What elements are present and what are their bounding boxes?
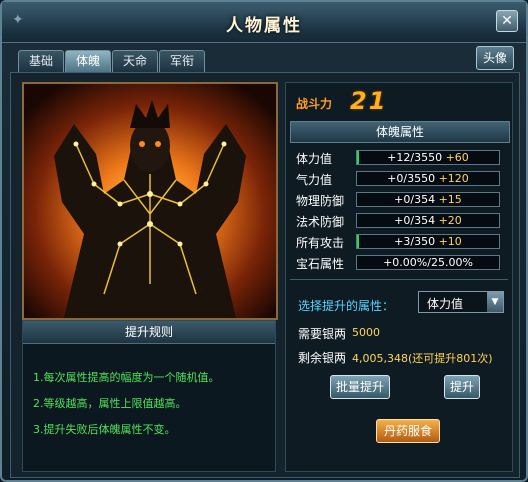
avatar-button[interactable]: 头像: [476, 46, 514, 70]
physique-attributes-header: 体魄属性: [290, 121, 510, 143]
attr-bar-all-attack: +3/350 +10: [356, 234, 500, 249]
attr-value: +3/350: [394, 235, 436, 248]
title-bar[interactable]: ✦ 人物属性 ✕: [2, 2, 526, 43]
attribute-select-value: 体力值: [427, 297, 464, 311]
attr-value: +0/354: [394, 193, 436, 206]
attr-value: +0/354: [394, 214, 436, 227]
select-attribute-label: 选择提升的属性：: [298, 299, 395, 313]
attr-bonus: +20: [438, 214, 462, 227]
attr-label-stamina: 体力值: [296, 152, 333, 166]
tab-destiny[interactable]: 天命: [112, 50, 158, 72]
tab-rank[interactable]: 军衔: [159, 50, 205, 72]
attr-label-all-attack: 所有攻击: [296, 236, 345, 250]
take-elixir-button[interactable]: 丹药服食: [376, 419, 440, 443]
rule-item: 1.每次属性提高的幅度为一个随机值。: [33, 371, 220, 384]
combat-power-label: 战斗力: [296, 97, 333, 111]
attr-bar-magic-defense: +0/354 +20: [356, 213, 500, 228]
divider: [290, 279, 508, 280]
attr-bonus: +10: [438, 235, 462, 248]
attr-bar-stamina: +12/3550 +60: [356, 150, 500, 165]
attr-label-gem: 宝石属性: [296, 257, 345, 271]
upgrade-button[interactable]: 提升: [444, 375, 480, 399]
tab-basic[interactable]: 基础: [18, 50, 64, 72]
attr-bonus: +60: [445, 151, 469, 164]
attr-bar-gem: +0.00%/25.00%: [356, 255, 500, 270]
tab-physique[interactable]: 体魄: [65, 50, 111, 72]
attr-value: +0.00%/25.00%: [383, 256, 473, 269]
silver-needed-value: 5000: [352, 326, 380, 339]
rules-title: 提升规则: [23, 321, 275, 344]
window-title: 人物属性: [226, 16, 302, 36]
attr-value: +0/3550: [387, 172, 436, 185]
rules-panel: 提升规则 1.每次属性提高的幅度为一个随机值。 2.等级越高，属性上限值越高。 …: [22, 320, 276, 472]
attr-label-physical-defense: 物理防御: [296, 194, 345, 208]
rule-item: 2.等级越高，属性上限值越高。: [33, 397, 187, 410]
silver-needed-label: 需要银两: [298, 327, 347, 341]
attr-label-magic-defense: 法术防御: [296, 215, 345, 229]
rule-item: 3.提升失败后体魄属性不变。: [33, 423, 176, 436]
silver-remaining-value: 4,005,348(还可提升801次): [352, 352, 493, 365]
character-portrait: [22, 82, 278, 320]
close-button[interactable]: ✕: [496, 10, 518, 32]
attr-label-energy: 气力值: [296, 173, 333, 187]
attr-bonus: +15: [438, 193, 462, 206]
combat-power-value: 21: [350, 87, 388, 115]
chevron-down-icon[interactable]: ▼: [487, 292, 503, 312]
batch-upgrade-button[interactable]: 批量提升: [330, 375, 390, 399]
attr-bar-energy: +0/3550 +120: [356, 171, 500, 186]
attr-value: +12/3550: [387, 151, 443, 164]
attribute-select[interactable]: 体力值 ▼: [418, 291, 504, 313]
stats-panel: 战斗力 21 体魄属性 体力值 +12/3550 +60 气力值 +0/3550…: [285, 82, 513, 472]
glowing-warrior-image: [24, 84, 276, 318]
silver-remaining-label: 剩余银两: [298, 351, 347, 365]
attr-bonus: +120: [438, 172, 469, 185]
character-attributes-window: ✦ 人物属性 ✕ 基础 体魄 天命 军衔 头像 提升规则 1.每次属性提高的幅度…: [0, 0, 528, 482]
attr-bar-physical-defense: +0/354 +15: [356, 192, 500, 207]
